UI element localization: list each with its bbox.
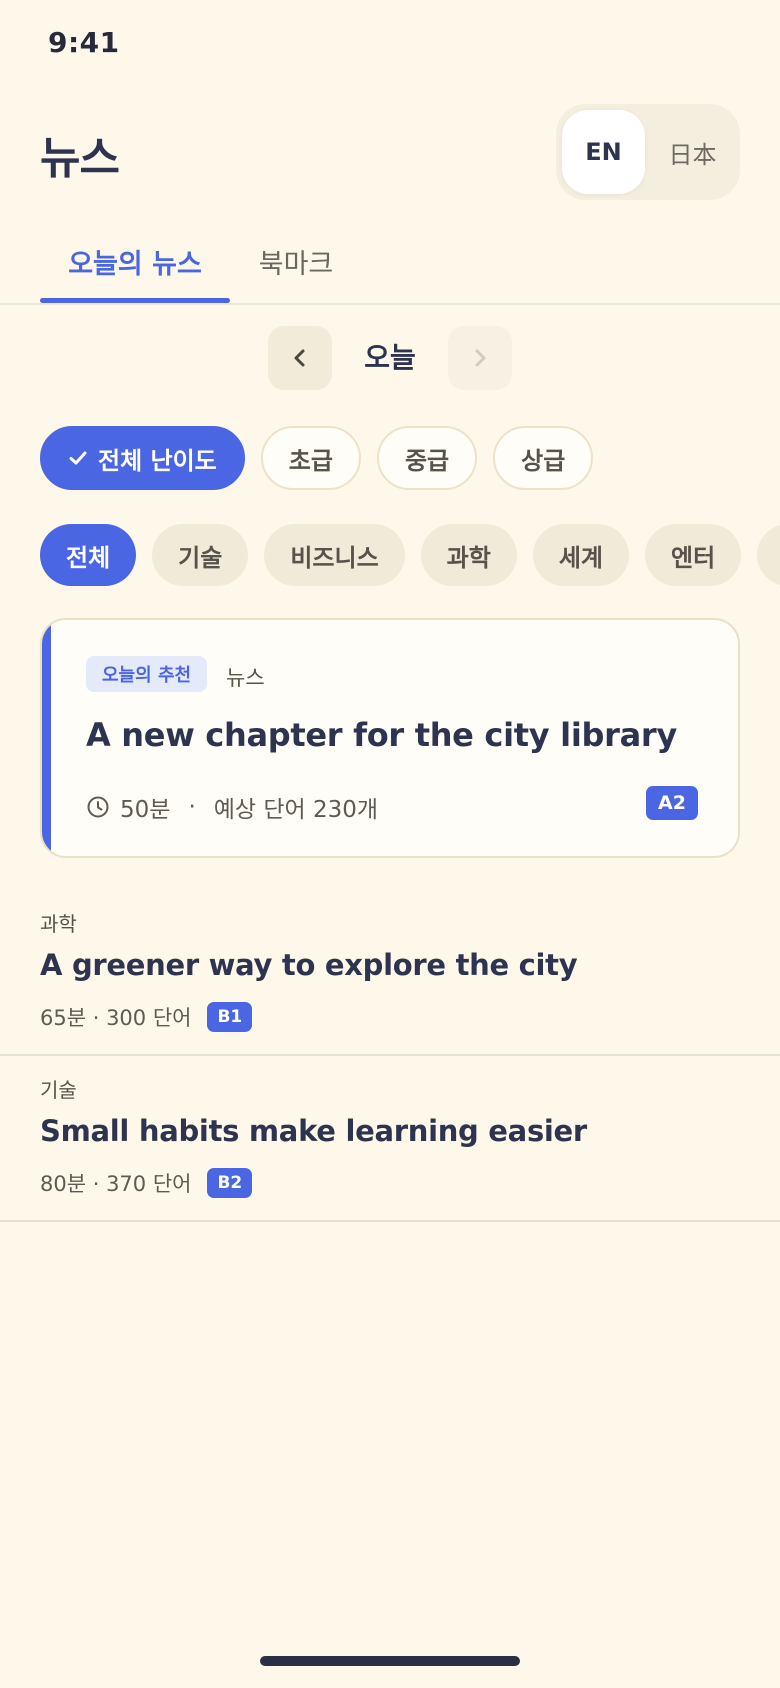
tab-todays-news[interactable]: 오늘의 뉴스 [40, 242, 230, 302]
tab-bar: 오늘의 뉴스 북마크 [0, 232, 780, 305]
level-chip-beginner[interactable]: 초급 [260, 426, 361, 490]
article-title: Small habits make learning easier [40, 1114, 587, 1148]
featured-kicker: 뉴스 [226, 666, 265, 690]
article-meta: 80분 · 370 단어 B2 [40, 1168, 253, 1198]
category-chip-world[interactable]: 세계 [532, 524, 630, 586]
article-meta: 65분 · 300 단어 B1 [40, 1002, 253, 1032]
home-indicator [260, 1656, 520, 1666]
article-title: A greener way to explore the city [40, 948, 578, 982]
featured-badge: 오늘의 추천 [86, 656, 208, 692]
category-chip-more[interactable] [757, 524, 780, 586]
status-time: 9:41 [48, 26, 120, 59]
date-navigator: 오늘 [0, 326, 780, 390]
featured-article-card[interactable]: 오늘의 추천 뉴스 A new chapter for the city lib… [40, 618, 740, 858]
category-track: 전체 기술 비즈니스 과학 세계 엔터 [40, 524, 780, 586]
next-day-button[interactable] [448, 326, 512, 390]
featured-meta: 50분 · 예상 단어 230개 [86, 790, 378, 824]
category-chip-science[interactable]: 과학 [420, 524, 517, 586]
level-filter: 전체 난이도 초급 중급 상급 [40, 426, 609, 490]
category-chip-business[interactable]: 비즈니스 [264, 524, 405, 586]
featured-word-count: 예상 단어 230개 [213, 797, 379, 823]
language-option-ja[interactable]: 日本 [651, 110, 734, 194]
level-chip-advanced[interactable]: 상급 [493, 426, 594, 490]
category-chip-all[interactable]: 전체 [40, 524, 137, 586]
article-meta-text: 80분 · 370 단어 [40, 1172, 192, 1196]
level-chip-all[interactable]: 전체 난이도 [40, 426, 245, 490]
featured-title: A new chapter for the city library [86, 716, 677, 754]
previous-day-button[interactable] [268, 326, 332, 390]
featured-accent-bar [42, 620, 51, 856]
featured-level-badge: A2 [646, 786, 698, 820]
tab-active-indicator [40, 298, 230, 303]
category-chip-entertainment[interactable]: 엔터 [645, 524, 742, 586]
clock-icon [86, 795, 110, 819]
article-level-badge: B2 [207, 1168, 253, 1198]
level-chip-label: 전체 난이도 [98, 446, 217, 475]
chevron-left-icon [294, 349, 305, 367]
article-meta-text: 65분 · 300 단어 [40, 1006, 192, 1030]
chevron-right-icon [475, 349, 486, 367]
page-title: 뉴스 [40, 133, 120, 184]
language-option-en[interactable]: EN [562, 110, 645, 194]
article-list-item[interactable]: 기술 Small habits make learning easier 80분… [0, 1056, 780, 1222]
tab-bookmarks[interactable]: 북마크 [246, 242, 346, 302]
featured-duration: 50분 [120, 797, 171, 823]
date-label: 오늘 [364, 341, 416, 374]
meta-separator: · [188, 794, 196, 820]
level-chip-intermediate[interactable]: 중급 [376, 426, 478, 490]
category-filter: 전체 기술 비즈니스 과학 세계 엔터 [40, 524, 780, 586]
news-screen: 9:41 뉴스 EN 日本 오늘의 뉴스 북마크 오늘 전체 난이도 초급 중급… [0, 0, 780, 1688]
article-category: 기술 [40, 1078, 77, 1102]
language-toggle: EN 日本 [556, 104, 740, 200]
article-list-item[interactable]: 과학 A greener way to explore the city 65분… [0, 890, 780, 1056]
article-category: 과학 [40, 912, 77, 936]
check-icon [68, 448, 88, 468]
category-chip-tech[interactable]: 기술 [152, 524, 249, 586]
article-level-badge: B1 [207, 1002, 253, 1032]
